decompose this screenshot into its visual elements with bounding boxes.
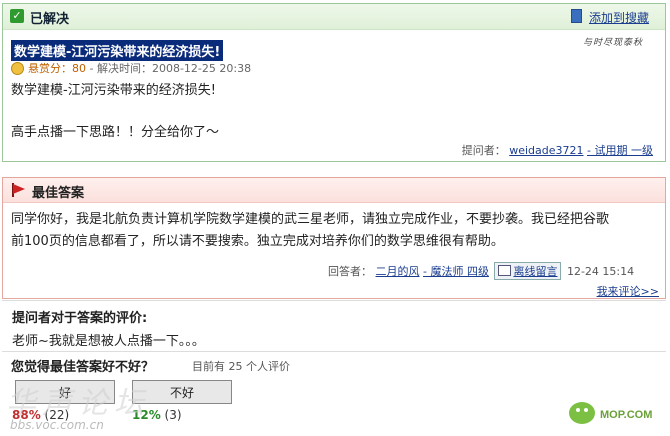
question-meta: 悬赏分：80 - 解决时间：2008-12-25 20:38 (11, 60, 251, 76)
vote-question: 您觉得最佳答案好不好？ (11, 360, 155, 375)
slogan: 与时尽现泰秋 (583, 38, 644, 48)
asker-name-link[interactable]: weidade3721 (509, 144, 583, 157)
question-title: 数学建模-江河污染带来的经济损失! (11, 40, 224, 61)
solved-question-panel: ✓ 已解决 添加到搜藏 与时尽现泰秋 数学建模-江河污染带来的经济损失! 悬赏分… (2, 3, 666, 162)
asker-label: 提问者： (461, 144, 506, 157)
reward-label: 悬赏分：80 (28, 62, 86, 75)
offline-message-button[interactable]: 离线留言 (494, 262, 562, 280)
add-comment-link[interactable]: 我来评论>> (597, 283, 659, 299)
solved-time: - 解决时间：2008-12-25 20:38 (86, 62, 252, 75)
asker-evaluation: 提问者对于答案的评价: 老师~我就是想被人点播一下。。。 (2, 300, 666, 351)
evaluation-title: 提问者对于答案的评价: (12, 311, 148, 326)
add-favorite-link[interactable]: 添加到搜藏 (589, 9, 649, 26)
check-icon: ✓ (10, 9, 24, 23)
bookmark-icon[interactable] (571, 9, 582, 23)
bad-count: (3) (160, 408, 182, 422)
question-body: 数学建模-江河污染带来的经济损失! 高手点播一下思路！！分全给你了～ (11, 83, 220, 140)
answerer-label: 回答者： (328, 265, 372, 278)
asker-level-link[interactable]: - 试用期 一级 (587, 144, 653, 157)
best-answer-title: 最佳答案 (32, 186, 85, 201)
logo-text: MOP.COM (600, 409, 652, 421)
solved-status: 已解决 (30, 12, 70, 27)
best-answer-body: 同学你好，我是北航负责计算机学院数学建模的武三星老师，请独立完成作业，不要抄袭。… (11, 212, 610, 249)
coin-icon (11, 62, 24, 75)
flag-icon (13, 184, 25, 194)
best-answer-panel: 最佳答案 同学你好，我是北航负责计算机学院数学建模的武三星老师，请独立完成作业，… (2, 177, 666, 299)
vote-count: 目前有 25 个人评价 (192, 360, 290, 373)
forum-watermark: 华声论坛 (6, 386, 150, 421)
answer-time: 12-24 15:14 (566, 265, 635, 278)
offline-message-label[interactable]: 离线留言 (513, 265, 557, 278)
logo-icon: MOP.COM (569, 402, 652, 424)
answerer-name-link[interactable]: 二月的风 (376, 265, 420, 278)
solved-header: ✓ 已解决 添加到搜藏 (3, 4, 665, 30)
asker-info: 提问者： weidade3721 - 试用期 一级 (462, 142, 653, 158)
mail-icon (498, 265, 512, 276)
best-answer-header: 最佳答案 (3, 178, 665, 203)
evaluation-text: 老师~我就是想被人点播一下。。。 (12, 334, 205, 349)
answerer-info: 回答者： 二月的风 - 魔法师 四级 离线留言 12-24 15:14 (328, 262, 634, 280)
answerer-level-link[interactable]: - 魔法师 四级 (423, 265, 489, 278)
watermark-url: bbs.voc.com.cn (10, 418, 104, 432)
